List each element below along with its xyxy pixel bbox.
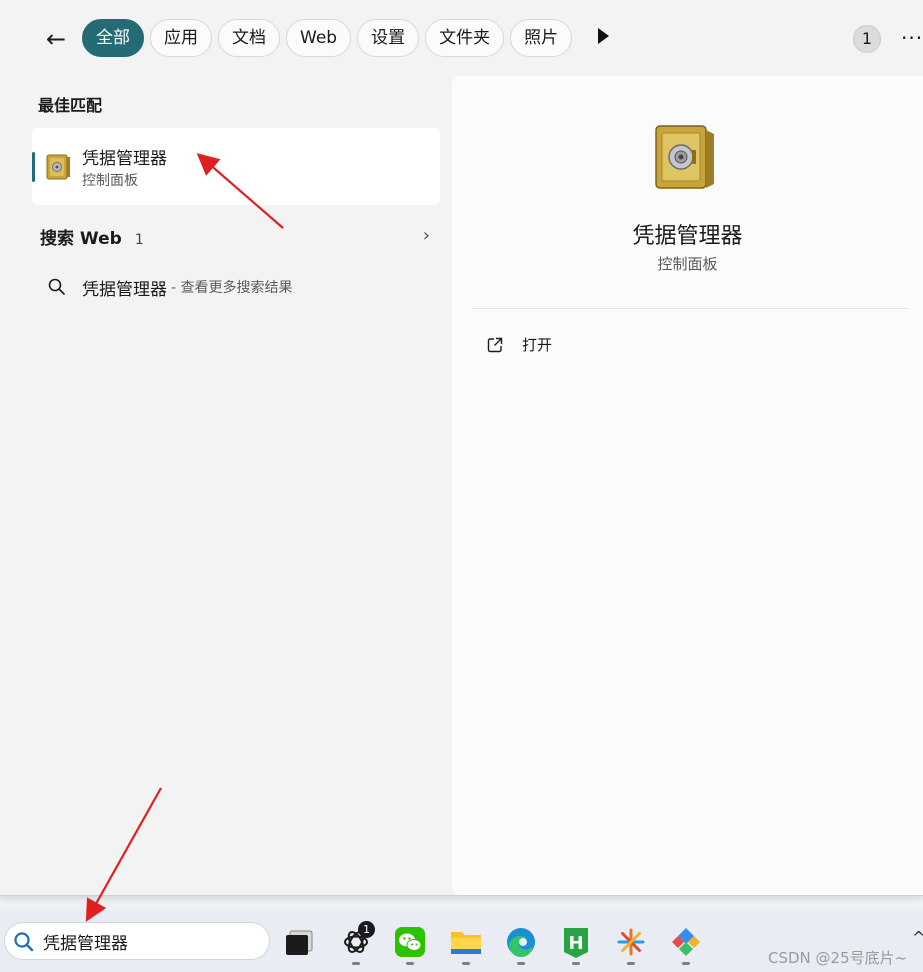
wechat-icon [395, 927, 425, 957]
running-indicator [517, 962, 525, 965]
filter-chips: 全部 应用 文档 Web 设置 文件夹 照片 [82, 19, 573, 57]
csdn-watermark: CSDN @25号底片~ [768, 949, 908, 967]
file-explorer-app[interactable] [446, 922, 486, 966]
search-web-section[interactable]: 搜索 Web 1 › [40, 224, 438, 249]
running-indicator [406, 962, 414, 965]
search-web-count: 1 [134, 232, 144, 248]
tray-overflow-icon[interactable]: ^ [912, 928, 923, 947]
chip-photos[interactable]: 照片 [510, 19, 573, 57]
rewards-badge[interactable]: 1 [853, 25, 881, 53]
running-indicator [352, 962, 360, 965]
chip-settings[interactable]: 设置 [357, 19, 420, 57]
chatgpt-app[interactable]: 1 [336, 921, 376, 966]
folder-icon [451, 932, 481, 954]
edge-app[interactable] [501, 922, 541, 966]
back-arrow-icon: ← [45, 25, 67, 53]
wechat-app[interactable] [390, 922, 430, 966]
open-label: 打开 [522, 336, 553, 354]
chip-folders[interactable]: 文件夹 [425, 19, 505, 57]
search-icon [48, 278, 65, 295]
credential-manager-safe-large-icon [655, 125, 714, 189]
running-indicator [627, 962, 635, 965]
back-button[interactable]: ← [40, 24, 72, 54]
web-result-hint: - 查看更多搜索结果 [171, 280, 293, 296]
running-indicator [572, 962, 580, 965]
selection-indicator [32, 152, 35, 182]
web-result-item[interactable]: 凭据管理器 - 查看更多搜索结果 [48, 275, 293, 300]
more-filters-play-icon[interactable] [598, 28, 609, 44]
running-indicator [682, 962, 690, 965]
web-result-query: 凭据管理器 [82, 279, 167, 300]
chip-apps[interactable]: 应用 [150, 19, 212, 57]
running-indicator [462, 962, 470, 965]
hbuilder-icon: H [564, 928, 588, 958]
best-match-name: 凭据管理器 [82, 149, 167, 169]
task-view-icon [286, 930, 313, 955]
task-view-button[interactable] [280, 922, 320, 966]
best-match-heading: 最佳匹配 [38, 96, 103, 115]
open-external-icon [487, 337, 503, 352]
taskbar-search-text: 凭据管理器 [43, 934, 128, 954]
diamond-app[interactable] [666, 922, 706, 966]
asterisk-app[interactable] [611, 922, 651, 966]
taskbar-search-box[interactable]: 凭据管理器 [4, 922, 270, 960]
preview-divider [472, 308, 907, 309]
open-action[interactable]: 打开 [486, 334, 552, 355]
preview-name: 凭据管理器 [632, 224, 743, 249]
chevron-right-icon: › [422, 225, 430, 246]
chip-all[interactable]: 全部 [82, 19, 144, 57]
hbuilder-app[interactable]: H [556, 922, 596, 966]
diamond-icon [672, 928, 700, 956]
preview-type: 控制面板 [657, 255, 718, 273]
taskbar-search-icon [14, 932, 34, 952]
preview-pane: 凭据管理器 控制面板 打开 [452, 76, 923, 895]
chip-documents[interactable]: 文档 [218, 19, 280, 57]
edge-icon [507, 928, 535, 958]
sparkle-icon [617, 928, 645, 956]
chip-web[interactable]: Web [286, 19, 352, 57]
credential-manager-safe-icon [46, 154, 70, 180]
chatgpt-notification-badge: 1 [358, 921, 375, 938]
more-options-icon[interactable]: ··· [901, 26, 923, 50]
search-panel: ← 全部 应用 文档 Web 设置 文件夹 照片 1 ··· 最佳匹配 凭据管理… [0, 0, 923, 896]
taskbar: 凭据管理器 1 H CSDN @25号底片~ ^ [0, 910, 923, 972]
filter-bar: ← 全部 应用 文档 Web 设置 文件夹 照片 1 ··· [0, 0, 923, 78]
best-match-type: 控制面板 [82, 173, 138, 189]
search-web-heading: 搜索 Web [40, 229, 122, 249]
svg-text:H: H [568, 933, 583, 954]
best-match-item[interactable]: 凭据管理器 控制面板 [32, 128, 440, 205]
